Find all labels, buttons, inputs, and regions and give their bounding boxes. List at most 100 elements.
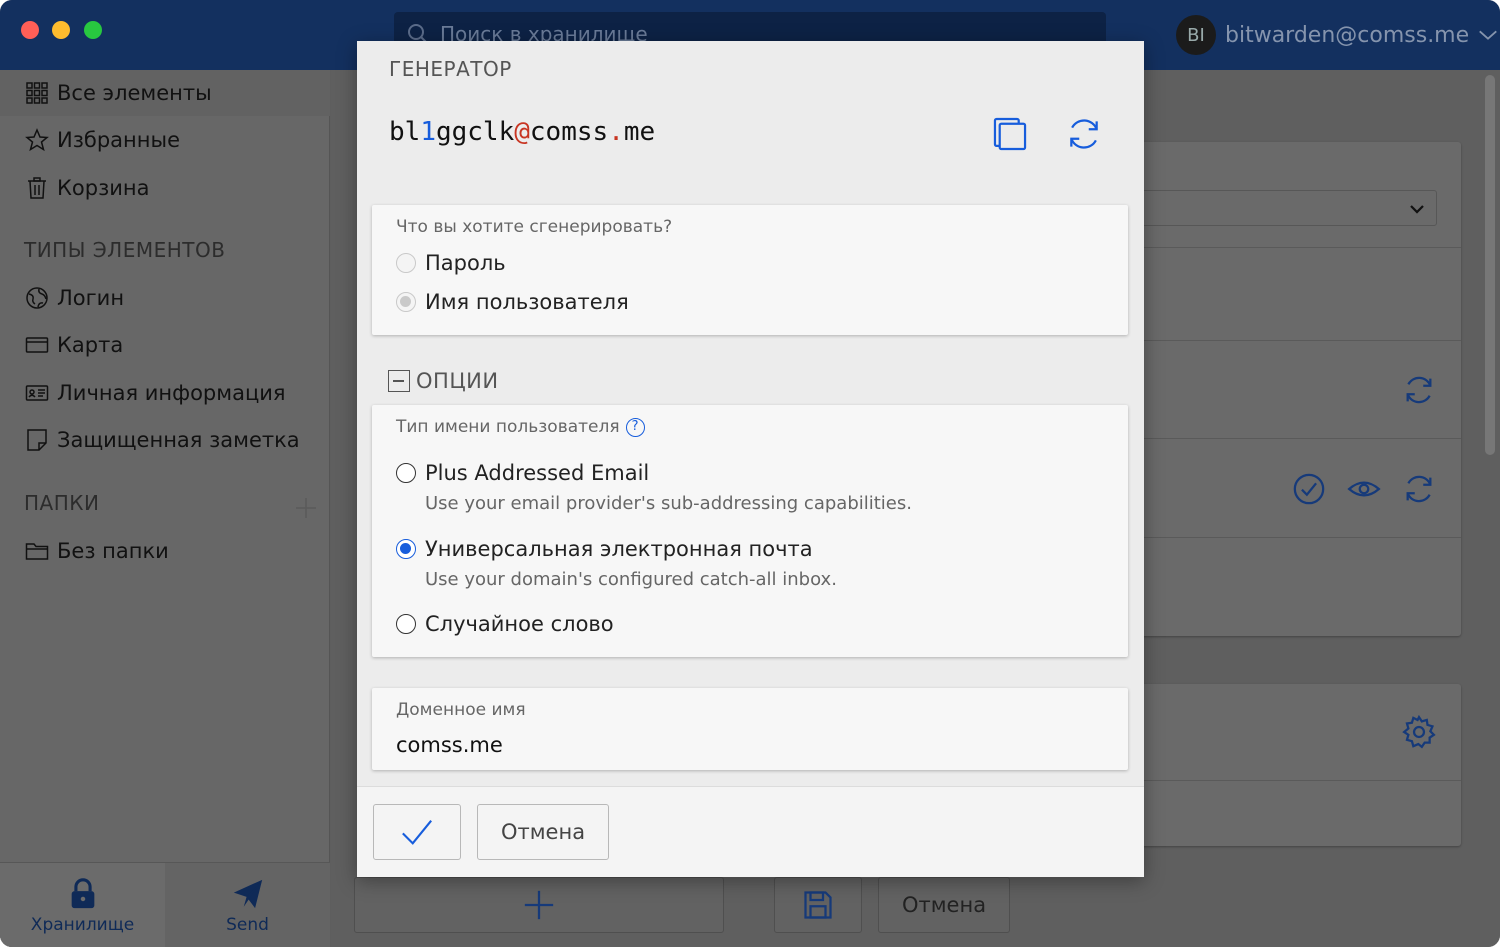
generated-part: me: [623, 117, 656, 147]
domain-field-box[interactable]: Доменное имя comss.me: [372, 688, 1128, 770]
radio-button[interactable]: [396, 463, 416, 483]
generated-number: 1: [420, 117, 436, 147]
avatar: BI: [1176, 15, 1216, 55]
radio-button[interactable]: [396, 253, 416, 273]
note-icon: [27, 429, 47, 451]
username-type-header: Тип имени пользователя?: [396, 417, 645, 437]
background-cancel-button: Отмена: [878, 877, 1010, 933]
id-card-icon: [25, 385, 49, 401]
domain-input[interactable]: comss.me: [396, 733, 503, 757]
username-type-box: Тип имени пользователя? Plus Addressed E…: [372, 405, 1128, 657]
divider: [1130, 537, 1461, 538]
paper-plane-icon: [233, 879, 262, 908]
radio-label: Имя пользователя: [425, 290, 629, 314]
radio-description: Use your email provider's sub-addressing…: [425, 493, 912, 514]
chevron-down-icon: [1410, 205, 1424, 214]
bottom-nav: Хранилище Send: [0, 862, 330, 947]
divider: [1130, 780, 1461, 781]
generated-special: @: [514, 117, 530, 147]
radio-button[interactable]: [396, 292, 416, 312]
radio-label: Случайное слово: [425, 612, 614, 636]
divider: [1130, 247, 1461, 248]
folder-icon: [25, 543, 49, 560]
tab-vault[interactable]: Хранилище: [0, 863, 165, 947]
gear-icon: [1402, 715, 1436, 749]
sidebar-item-label: Карта: [57, 333, 124, 357]
copy-icon[interactable]: [991, 115, 1029, 153]
zoom-window-button[interactable]: [84, 21, 102, 39]
radio-button[interactable]: [396, 539, 416, 559]
radio-password[interactable]: Пароль: [396, 251, 506, 275]
add-item-button: [354, 877, 724, 933]
sidebar-item-card[interactable]: Карта: [0, 322, 330, 368]
generate-type-label: Что вы хотите сгенерировать?: [396, 217, 673, 237]
radio-username[interactable]: Имя пользователя: [396, 290, 629, 314]
sidebar-item-favorites[interactable]: Избранные: [0, 117, 330, 163]
app-window: Поиск в хранилище BI bitwarden@comss.me …: [0, 0, 1500, 947]
radio-label: Универсальная электронная почта: [425, 537, 813, 561]
divider: [1130, 438, 1461, 439]
chevron-down-icon: [1479, 30, 1498, 40]
radio-random-word[interactable]: Случайное слово: [396, 612, 614, 636]
add-folder-icon[interactable]: [294, 496, 318, 520]
refresh-icon: [1406, 475, 1432, 503]
eye-icon: [1347, 481, 1381, 497]
refresh-icon: [1406, 376, 1432, 404]
scrollbar-thumb[interactable]: [1485, 75, 1495, 455]
sidebar-item-no-folder[interactable]: Без папки: [0, 528, 330, 574]
divider: [1130, 340, 1461, 341]
tab-vault-label: Хранилище: [30, 914, 135, 935]
generated-part: ggclk: [435, 117, 515, 147]
sidebar-item-all-items[interactable]: Все элементы: [0, 70, 330, 116]
dialog-title: ГЕНЕРАТОР: [389, 57, 512, 81]
sidebar-item-trash[interactable]: Корзина: [0, 165, 330, 211]
trash-icon: [28, 177, 46, 199]
radio-catch-all[interactable]: Универсальная электронная почта: [396, 537, 813, 561]
globe-icon: [26, 287, 48, 309]
types-header: ТИПЫ ЭЛЕМЕНТОВ: [24, 238, 226, 262]
radio-label: Пароль: [425, 251, 506, 275]
username-type-label: Тип имени пользователя: [396, 417, 620, 437]
domain-label: Доменное имя: [396, 700, 526, 720]
collapse-icon: [388, 370, 410, 392]
generated-special: .: [608, 117, 624, 147]
radio-plus-addressed[interactable]: Plus Addressed Email: [396, 461, 649, 485]
select-button[interactable]: [373, 804, 461, 860]
cancel-button[interactable]: Отмена: [477, 804, 609, 860]
checkmark-icon: [402, 819, 432, 845]
sidebar-item-label: Избранные: [57, 128, 180, 152]
background-select: [1130, 190, 1437, 226]
generated-part: comss: [529, 117, 609, 147]
radio-button[interactable]: [396, 614, 416, 634]
sidebar-item-login[interactable]: Логин: [0, 275, 330, 321]
check-circle-icon: [1293, 473, 1325, 505]
generated-part: bl: [389, 117, 421, 147]
sidebar-item-label: Корзина: [57, 176, 150, 200]
close-window-button[interactable]: [21, 21, 39, 39]
radio-label: Plus Addressed Email: [425, 461, 650, 485]
options-header: ОПЦИИ: [416, 369, 499, 393]
sidebar-item-secure-note[interactable]: Защищенная заметка: [0, 417, 330, 463]
sidebar-item-label: Логин: [57, 286, 125, 310]
regenerate-icon[interactable]: [1065, 115, 1103, 153]
save-icon: [804, 891, 832, 919]
credit-card-icon: [25, 337, 49, 353]
radio-description: Use your domain's configured catch-all i…: [425, 569, 837, 590]
star-icon: [25, 128, 49, 152]
minimize-window-button[interactable]: [52, 21, 70, 39]
options-toggle[interactable]: ОПЦИИ: [388, 369, 499, 393]
account-menu[interactable]: BI bitwarden@comss.me: [1176, 14, 1499, 56]
folders-header: ПАПКИ: [24, 491, 100, 515]
sidebar-item-label: Защищенная заметка: [57, 428, 300, 452]
tab-send[interactable]: Send: [165, 863, 330, 947]
generator-dialog: ГЕНЕРАТОР bl1ggclk@comss.me Что вы хотит…: [357, 41, 1144, 877]
sidebar-item-identity[interactable]: Личная информация: [0, 370, 330, 416]
account-email: bitwarden@comss.me: [1225, 22, 1470, 48]
generated-value: bl1ggclk@comss.me: [389, 117, 655, 147]
save-button: [774, 877, 862, 933]
sidebar-item-label: Личная информация: [57, 381, 286, 405]
sidebar-item-label: Без папки: [57, 539, 169, 563]
help-icon[interactable]: ?: [625, 417, 645, 437]
plus-icon: [524, 890, 554, 920]
background-card: [1130, 684, 1461, 846]
